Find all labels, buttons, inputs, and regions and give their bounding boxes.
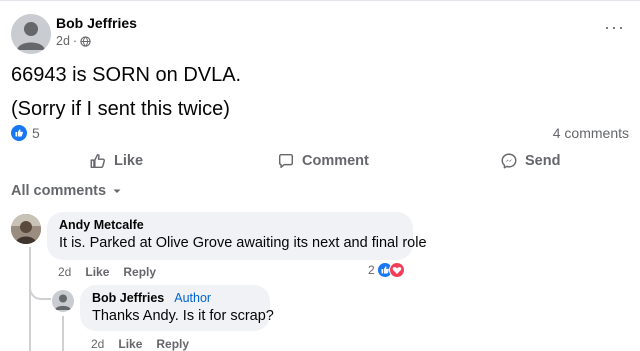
post-text-line-1: 66943 is SORN on DVLA.	[11, 64, 242, 86]
reply-time[interactable]: 2d	[91, 337, 104, 351]
comment-reply-button[interactable]: Reply	[123, 265, 156, 279]
reply-reply-button[interactable]: Reply	[156, 337, 189, 351]
like-button[interactable]: Like	[89, 152, 143, 170]
globe-icon	[80, 35, 91, 47]
comment-text: It is. Parked at Olive Grove awaiting it…	[59, 235, 427, 251]
post-author-name[interactable]: Bob Jeffries	[56, 15, 137, 31]
post-meta: 2d ·	[56, 34, 91, 48]
post-time[interactable]: 2d	[56, 34, 70, 48]
comment-button[interactable]: Comment	[277, 152, 369, 170]
like-reaction-icon	[11, 125, 27, 141]
reactions-summary[interactable]: 5	[11, 125, 40, 141]
author-badge: Author	[174, 291, 212, 305]
thread-line	[29, 247, 31, 351]
caret-down-icon	[113, 189, 121, 193]
more-options-button[interactable]: ···	[604, 18, 625, 36]
comment-bubble-icon	[278, 153, 294, 169]
comment-time[interactable]: 2d	[58, 265, 71, 279]
reaction-count: 5	[32, 125, 40, 141]
send-button[interactable]: Send	[500, 152, 560, 170]
comment-actions: 2d Like Reply	[58, 265, 156, 279]
reply-author-avatar[interactable]	[52, 290, 74, 312]
reply-thread-line	[62, 316, 64, 351]
post-text-line-2: (Sorry if I sent this twice)	[11, 98, 230, 120]
comment-reactions[interactable]: 2	[368, 262, 405, 278]
messenger-icon	[501, 153, 517, 169]
comments-count-link[interactable]: 4 comments	[553, 125, 629, 141]
comment-reaction-count: 2	[368, 263, 375, 277]
comment-author-avatar[interactable]	[11, 214, 41, 244]
reply-author-name[interactable]: Bob Jeffries	[92, 291, 164, 305]
thumbs-up-icon	[90, 153, 105, 169]
comment-bubble: Andy Metcalfe It is. Parked at Olive Gro…	[47, 212, 427, 260]
reply-actions: 2d Like Reply	[91, 337, 189, 351]
top-divider	[0, 0, 640, 1]
comment-author-name[interactable]: Andy Metcalfe	[59, 218, 144, 232]
reply-bubble: Bob Jeffries Author Thanks Andy. Is it f…	[80, 285, 274, 331]
comment-button-label: Comment	[302, 153, 369, 169]
post-author-avatar[interactable]	[11, 14, 51, 54]
send-button-label: Send	[525, 153, 561, 169]
default-avatar-icon	[11, 14, 51, 54]
default-avatar-icon	[52, 290, 74, 312]
like-button-label: Like	[114, 153, 144, 169]
comments-filter-label: All comments	[11, 183, 107, 199]
comments-filter-dropdown[interactable]: All comments	[11, 183, 122, 199]
love-reaction-icon	[388, 262, 405, 278]
thread-connector	[29, 278, 51, 300]
comment-like-button[interactable]: Like	[85, 265, 109, 279]
reply-text: Thanks Andy. Is it for scrap?	[92, 308, 274, 324]
meta-separator: ·	[72, 34, 78, 48]
reply-like-button[interactable]: Like	[118, 337, 142, 351]
profile-photo	[11, 214, 41, 244]
